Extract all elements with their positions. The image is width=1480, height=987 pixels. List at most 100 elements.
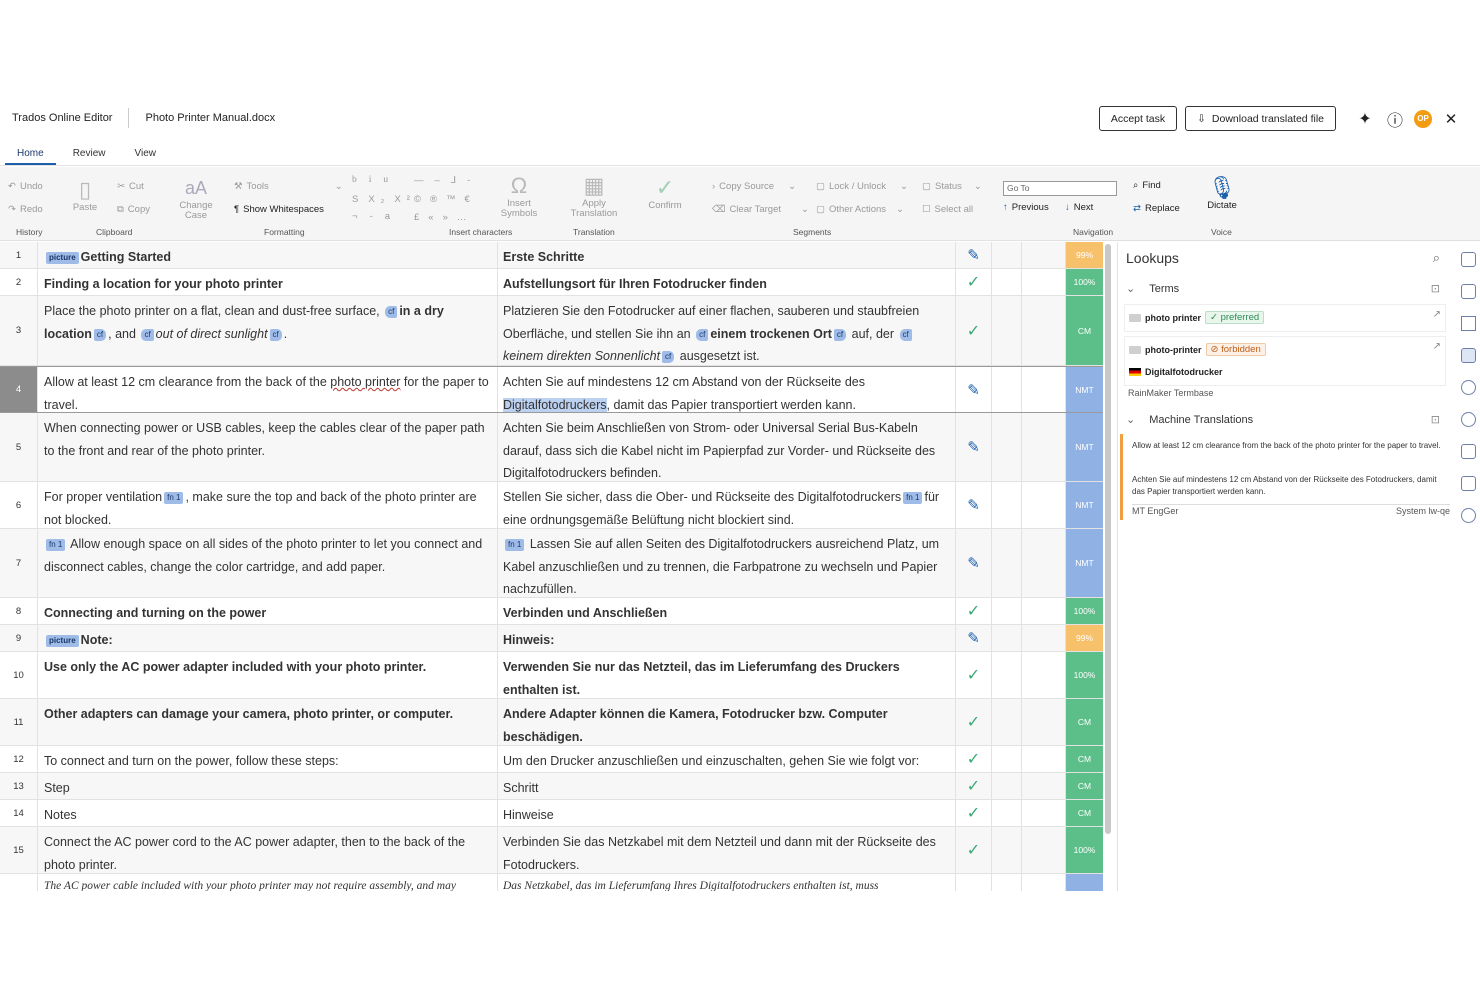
previous-button[interactable]: ↑ Previous bbox=[1003, 202, 1049, 213]
status-cell[interactable]: ✎ bbox=[956, 242, 992, 268]
target-cell[interactable]: Erste Schritte bbox=[498, 242, 956, 268]
puzzle-icon[interactable]: ✦ bbox=[1354, 108, 1376, 130]
segment-row[interactable]: 1 picture Getting Started Erste Schritte … bbox=[0, 242, 1103, 269]
source-cell[interactable]: Connecting and turning on the power bbox=[38, 598, 498, 624]
avatar[interactable]: OP bbox=[1414, 109, 1432, 128]
special-chars-row3[interactable]: £ «»… bbox=[414, 212, 471, 223]
dictate-button[interactable]: 🎙 Dictate bbox=[1202, 175, 1242, 211]
replace-button[interactable]: ⇄ Replace bbox=[1133, 203, 1180, 214]
send-icon[interactable] bbox=[1461, 476, 1476, 491]
status-cell[interactable]: ✎ bbox=[956, 367, 992, 412]
segment-row[interactable]: 2 Finding a location for your photo prin… bbox=[0, 269, 1103, 296]
status-cell[interactable]: ✎ bbox=[956, 625, 992, 651]
search-icon[interactable]: ⌕ bbox=[1433, 250, 1440, 266]
status-cell[interactable]: ✓ bbox=[956, 296, 992, 365]
format-buttons-row2[interactable]: S X₂ X² bbox=[352, 194, 416, 205]
special-chars-row1[interactable]: — – ⅃ - bbox=[414, 175, 477, 186]
source-cell[interactable]: Allow at least 12 cm clearance from the … bbox=[38, 367, 498, 412]
segment-row[interactable]: 5 When connecting power or USB cables, k… bbox=[0, 413, 1103, 482]
source-cell[interactable]: picture Getting Started bbox=[38, 242, 498, 268]
segment-row[interactable]: The AC power cable included with your ph… bbox=[0, 874, 1103, 891]
status-cell[interactable]: ✎ bbox=[956, 529, 992, 597]
target-cell[interactable]: Um den Drucker anzuschließen und einzusc… bbox=[498, 746, 956, 772]
change-case-button[interactable]: aA Change Case bbox=[176, 175, 216, 221]
source-cell[interactable]: fn 1 Allow enough space on all sides of … bbox=[38, 529, 498, 597]
special-chars-row2[interactable]: © ® ™ € bbox=[414, 194, 475, 205]
source-cell[interactable]: Other adapters can damage your camera, p… bbox=[38, 699, 498, 745]
segment-row[interactable]: 7 fn 1 Allow enough space on all sides o… bbox=[0, 529, 1103, 598]
status-cell[interactable]: ✓ bbox=[956, 269, 992, 295]
source-cell[interactable]: For proper ventilation fn 1, make sure th… bbox=[38, 482, 498, 528]
segment-row[interactable]: 15 Connect the AC power cord to the AC p… bbox=[0, 827, 1103, 874]
target-cell[interactable]: Schritt bbox=[498, 773, 956, 799]
collapse-icon[interactable]: ⊡ bbox=[1431, 282, 1440, 295]
source-cell[interactable]: Use only the AC power adapter included w… bbox=[38, 652, 498, 698]
target-cell[interactable]: Verbinden und Anschließen bbox=[498, 598, 956, 624]
format-buttons-row1[interactable]: biu bbox=[352, 175, 396, 185]
source-cell[interactable]: Connect the AC power cord to the AC powe… bbox=[38, 827, 498, 873]
target-cell[interactable]: Aufstellungsort für Ihren Fotodrucker fi… bbox=[498, 269, 956, 295]
other-actions-button[interactable]: ▢ Other Actions ⌄ bbox=[816, 204, 904, 215]
source-cell[interactable]: The AC power cable included with your ph… bbox=[38, 874, 498, 891]
term-entry[interactable]: photo-printer ⊘ forbidden Digitalfotodruc… bbox=[1124, 336, 1446, 386]
status-cell[interactable]: ✎ bbox=[956, 482, 992, 528]
download-translated-file-button[interactable]: ⇩ Download translated file bbox=[1185, 106, 1336, 131]
source-cell[interactable]: Place the photo printer on a flat, clean… bbox=[38, 296, 498, 365]
tools-dropdown[interactable]: ⚒ Tools ⌄ bbox=[234, 181, 343, 192]
status-cell[interactable]: ✓ bbox=[956, 773, 992, 799]
find-button[interactable]: ⌕ Find bbox=[1133, 180, 1161, 191]
collapse-icon[interactable]: ⊡ bbox=[1431, 413, 1440, 426]
segment-row[interactable]: 10 Use only the AC power adapter include… bbox=[0, 652, 1103, 699]
go-to-input[interactable]: Go To bbox=[1003, 181, 1117, 196]
source-cell[interactable]: Finding a location for your photo printe… bbox=[38, 269, 498, 295]
target-cell[interactable]: Hinweis: bbox=[498, 625, 956, 651]
segment-row[interactable]: 3 Place the photo printer on a flat, cle… bbox=[0, 296, 1103, 366]
status-cell[interactable]: ✓ bbox=[956, 746, 992, 772]
users-icon[interactable] bbox=[1461, 380, 1476, 395]
target-cell[interactable]: Verwenden Sie nur das Netzteil, das im L… bbox=[498, 652, 956, 698]
status-dropdown[interactable]: ▢ Status ⌄ bbox=[922, 181, 982, 192]
list-icon[interactable] bbox=[1461, 444, 1476, 459]
target-cell[interactable]: Platzieren Sie den Fotodrucker auf einer… bbox=[498, 296, 956, 365]
source-cell[interactable]: When connecting power or USB cables, kee… bbox=[38, 413, 498, 481]
grid-scrollbar[interactable] bbox=[1105, 244, 1111, 834]
confirm-button[interactable]: ✓ Confirm bbox=[640, 175, 690, 211]
search-icon[interactable] bbox=[1461, 412, 1476, 427]
terms-section-header[interactable]: ⌄ Terms bbox=[1126, 282, 1179, 296]
select-all-button[interactable]: ☐ Select all bbox=[922, 204, 973, 215]
target-editor[interactable]: Achten Sie auf mindestens 12 cm Abstand … bbox=[498, 367, 956, 412]
undo-button[interactable]: ↶ Undo bbox=[8, 181, 43, 192]
target-cell[interactable]: Das Netzkabel, das im Lieferumfang Ihres… bbox=[498, 874, 956, 891]
clear-target-button[interactable]: ⌫ Clear Target ⌄ bbox=[712, 204, 809, 215]
mt-section-header[interactable]: ⌄ Machine Translations bbox=[1126, 413, 1253, 427]
source-cell[interactable]: picture Note: bbox=[38, 625, 498, 651]
redo-button[interactable]: ↷ Redo bbox=[8, 204, 43, 215]
insert-symbols-button[interactable]: Ω Insert Symbols bbox=[498, 173, 540, 219]
target-cell[interactable]: Verbinden Sie das Netzkabel mit dem Netz… bbox=[498, 827, 956, 873]
document-icon[interactable] bbox=[1461, 252, 1476, 267]
status-cell[interactable]: ✓ bbox=[956, 652, 992, 698]
target-cell[interactable]: fn 1 Lassen Sie auf allen Seiten des Dig… bbox=[498, 529, 956, 597]
external-link-icon[interactable]: ↗ bbox=[1433, 309, 1441, 320]
copy-source-button[interactable]: › Copy Source ⌄ bbox=[712, 181, 796, 192]
target-cell[interactable]: Hinweise bbox=[498, 800, 956, 826]
target-cell[interactable]: Andere Adapter können die Kamera, Fotodr… bbox=[498, 699, 956, 745]
format-buttons-row3[interactable]: ¬ - a bbox=[352, 211, 398, 222]
status-cell[interactable]: ✓ bbox=[956, 827, 992, 873]
source-cell[interactable]: To connect and turn on the power, follow… bbox=[38, 746, 498, 772]
cut-button[interactable]: ✂ Cut bbox=[117, 181, 144, 192]
close-icon[interactable]: ✕ bbox=[1440, 108, 1462, 130]
history-icon[interactable] bbox=[1461, 508, 1476, 523]
segment-row[interactable]: 6 For proper ventilation fn 1, make sure … bbox=[0, 482, 1103, 529]
filter-icon[interactable] bbox=[1461, 316, 1476, 331]
mt-suggestion[interactable]: Allow at least 12 cm clearance from the … bbox=[1120, 434, 1450, 520]
status-cell[interactable] bbox=[956, 874, 992, 891]
tab-home[interactable]: Home bbox=[5, 144, 56, 165]
next-button[interactable]: ↓ Next bbox=[1065, 202, 1093, 213]
term-entry[interactable]: photo printer ✓ preferred ↗ bbox=[1124, 304, 1446, 332]
target-cell[interactable]: Achten Sie beim Anschließen von Strom- o… bbox=[498, 413, 956, 481]
status-cell[interactable]: ✎ bbox=[956, 413, 992, 481]
source-cell[interactable]: Notes bbox=[38, 800, 498, 826]
external-link-icon[interactable]: ↗ bbox=[1433, 341, 1441, 352]
segment-row[interactable]: 9 picture Note: Hinweis: ✎ 99% bbox=[0, 625, 1103, 652]
